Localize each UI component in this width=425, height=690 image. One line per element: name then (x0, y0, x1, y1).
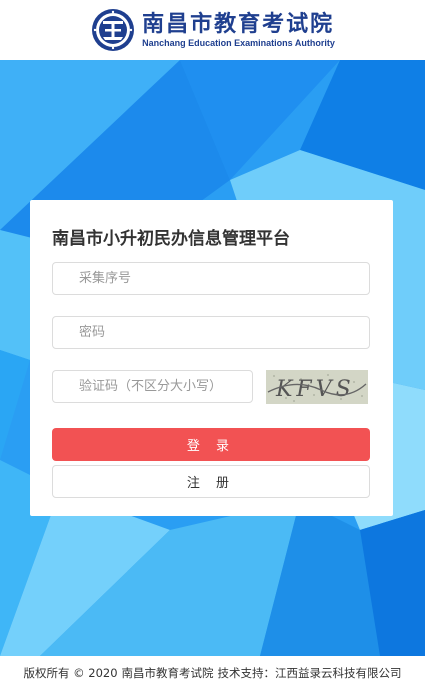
site-footer: 版权所有 © 2020 南昌市教育考试院 技术支持：江西益录云科技有限公司 (0, 656, 425, 690)
captcha-field (52, 370, 253, 403)
login-title: 南昌市小升初民办信息管理平台 (52, 229, 290, 249)
site-header: 南昌市教育考试院 Nanchang Education Examinations… (0, 0, 425, 60)
site-logo[interactable]: 南昌市教育考试院 Nanchang Education Examinations… (90, 7, 335, 53)
site-name-cn: 南昌市教育考试院 (142, 11, 335, 37)
captcha-graphic: KFVS (266, 370, 368, 404)
captcha-text: KFVS (275, 377, 355, 402)
register-button[interactable]: 注 册 (52, 465, 370, 498)
site-name-en: Nanchang Education Examinations Authorit… (142, 38, 335, 48)
password-input[interactable] (53, 317, 369, 348)
captcha-input[interactable] (53, 371, 252, 402)
education-emblem-icon (92, 9, 135, 51)
login-button[interactable]: 登 录 (52, 428, 370, 461)
footer-org: 南昌市教育考试院 (121, 666, 214, 680)
username-field (52, 262, 370, 295)
login-card: 南昌市小升初民办信息管理平台 KFVS 登 录 注 册 (30, 200, 393, 516)
username-input[interactable] (53, 263, 369, 294)
footer-support: 技术支持：江西益录云科技有限公司 (217, 666, 402, 680)
password-field (52, 316, 370, 349)
copyright-text: 版权所有 © 2020 (23, 666, 118, 680)
captcha-image[interactable]: KFVS (266, 370, 368, 404)
